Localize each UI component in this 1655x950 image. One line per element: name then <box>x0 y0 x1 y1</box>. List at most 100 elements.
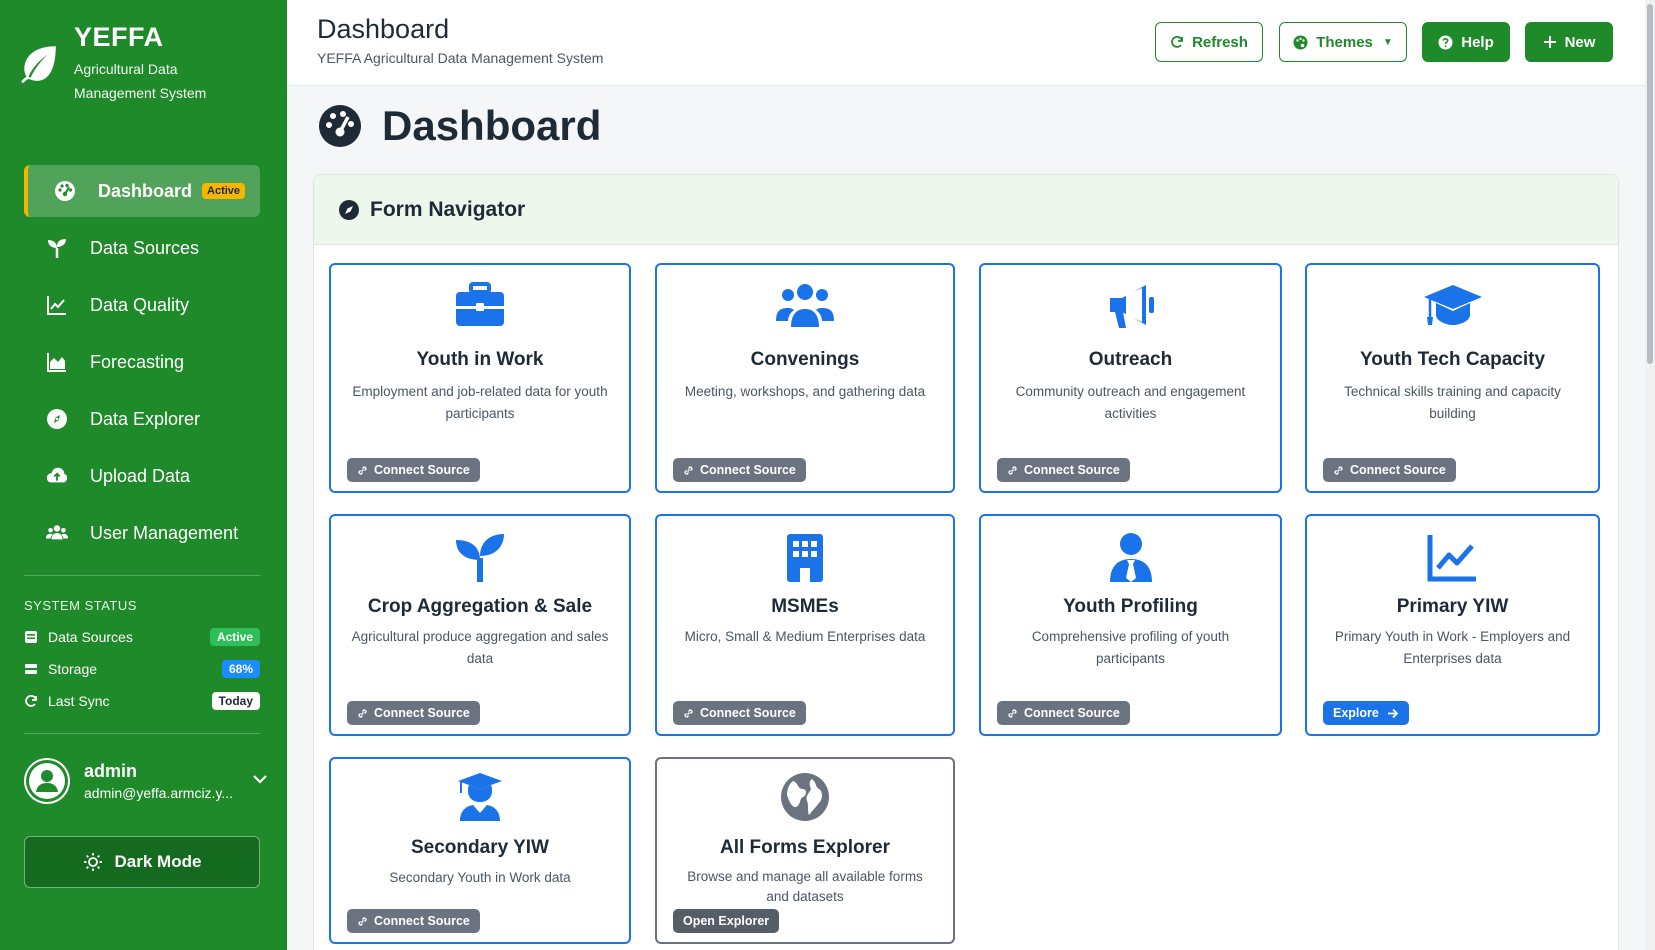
sidebar-item-label: Data Quality <box>90 294 190 315</box>
form-card-youth-tech-capacity[interactable]: Youth Tech Capacity Technical skills tra… <box>1305 263 1600 493</box>
form-card-youth-profiling[interactable]: Youth Profiling Comprehensive profiling … <box>979 514 1282 736</box>
card-title: All Forms Explorer <box>720 837 890 858</box>
status-badge: Active <box>209 628 260 646</box>
status-row-data-sources: Data Sources Active <box>24 628 260 646</box>
form-card-convenings[interactable]: Convenings Meeting, workshops, and gathe… <box>655 263 955 493</box>
connect-source-button[interactable]: Connect Source <box>1323 458 1456 482</box>
gauge-icon <box>54 180 76 202</box>
users-icon <box>46 522 68 544</box>
card-description: Technical skills training and capacity b… <box>1344 384 1561 421</box>
refresh-button[interactable]: Refresh <box>1155 22 1263 62</box>
users-icon <box>657 281 953 333</box>
sidebar-item-data-quality[interactable]: Data Quality <box>24 279 260 331</box>
sidebar-divider <box>24 575 260 576</box>
refresh-label: Refresh <box>1192 33 1248 51</box>
line-chart-icon <box>1307 532 1598 584</box>
gauge-icon <box>318 104 362 148</box>
briefcase-icon <box>331 281 629 333</box>
card-title: MSMEs <box>771 596 839 617</box>
cloud-upload-icon <box>46 465 68 487</box>
dark-mode-label: Dark Mode <box>114 852 202 871</box>
chevron-down-icon[interactable] <box>252 772 268 790</box>
database-icon <box>24 630 38 644</box>
sidebar-item-label: User Management <box>90 522 239 543</box>
graduation-cap-icon <box>1307 281 1598 333</box>
user-name: admin <box>84 761 138 781</box>
globe-icon <box>657 771 953 823</box>
status-label: Data Sources <box>48 629 133 645</box>
card-description: Secondary Youth in Work data <box>389 870 571 885</box>
sidebar-item-label: Data Explorer <box>90 408 201 429</box>
card-title: Youth Tech Capacity <box>1359 349 1546 370</box>
form-card-crop-aggregation[interactable]: Crop Aggregation & Sale Agricultural pro… <box>329 514 631 736</box>
sidebar-item-data-sources[interactable]: Data Sources <box>24 222 260 274</box>
card-title: Outreach <box>1088 349 1173 370</box>
link-icon <box>357 465 368 476</box>
new-label: New <box>1564 33 1596 51</box>
user-email: admin@yeffa.armciz.y... <box>84 785 234 801</box>
sidebar-item-user-management[interactable]: User Management <box>24 507 260 559</box>
scrollbar-thumb[interactable] <box>1647 4 1653 364</box>
link-icon <box>1333 465 1344 476</box>
card-description: Employment and job-related data for yout… <box>352 384 608 421</box>
active-badge: Active <box>202 183 246 199</box>
connect-source-button[interactable]: Connect Source <box>997 701 1130 725</box>
compass-icon <box>46 408 68 430</box>
link-icon <box>357 708 368 719</box>
explore-button[interactable]: Explore <box>1323 701 1409 725</box>
card-description: Micro, Small & Medium Enterprises data <box>684 629 926 644</box>
sidebar-divider <box>24 733 260 734</box>
palette-icon <box>1293 35 1308 50</box>
sidebar: YEFFA Agricultural Data Management Syste… <box>0 0 287 950</box>
themes-dropdown[interactable]: Themes ▼ <box>1279 22 1407 62</box>
card-description: Community outreach and engagement activi… <box>1015 384 1246 421</box>
card-description: Comprehensive profiling of youth partici… <box>1031 629 1230 666</box>
link-icon <box>1007 708 1018 719</box>
card-title: Primary YIW <box>1396 596 1509 617</box>
connect-source-button[interactable]: Connect Source <box>673 701 806 725</box>
help-icon <box>1438 35 1453 50</box>
sidebar-item-upload-data[interactable]: Upload Data <box>24 450 260 502</box>
sidebar-item-data-explorer[interactable]: Data Explorer <box>24 393 260 445</box>
link-icon <box>1007 465 1018 476</box>
sidebar-item-label: Dashboard <box>98 180 193 201</box>
card-title: Youth in Work <box>416 349 544 370</box>
header-title: Dashboard <box>317 14 450 44</box>
user-menu[interactable]: admin admin@yeffa.armciz.y... <box>24 758 274 804</box>
form-card-all-forms-explorer[interactable]: All Forms Explorer Browse and manage all… <box>655 757 955 944</box>
form-card-primary-yiw[interactable]: Primary YIW Primary Youth in Work - Empl… <box>1305 514 1600 736</box>
form-card-secondary-yiw[interactable]: Secondary YIW Secondary Youth in Work da… <box>329 757 631 944</box>
leaf-logo-icon <box>21 46 56 83</box>
status-label: Storage <box>48 661 98 677</box>
dark-mode-button[interactable]: Dark Mode <box>24 836 260 888</box>
page-heading: Dashboard <box>382 102 602 149</box>
card-description: Agricultural produce aggregation and sal… <box>351 629 609 666</box>
avatar <box>24 758 70 804</box>
link-icon <box>683 708 694 719</box>
brand: YEFFA Agricultural Data Management Syste… <box>18 22 224 105</box>
connect-source-button[interactable]: Connect Source <box>347 458 480 482</box>
page-scrollbar[interactable] <box>1645 0 1655 950</box>
sidebar-item-label: Upload Data <box>90 465 191 486</box>
building-icon <box>657 532 953 584</box>
new-button[interactable]: New <box>1525 22 1613 62</box>
sun-icon <box>83 852 103 872</box>
user-tie-icon <box>981 532 1280 584</box>
connect-source-button[interactable]: Connect Source <box>673 458 806 482</box>
sidebar-item-forecasting[interactable]: Forecasting <box>24 336 260 388</box>
help-button[interactable]: Help <box>1422 22 1510 62</box>
connect-source-button[interactable]: Connect Source <box>347 909 480 933</box>
sidebar-item-dashboard[interactable]: Dashboard Active <box>24 165 260 217</box>
form-navigator-header: Form Navigator <box>314 175 1618 245</box>
form-card-outreach[interactable]: Outreach Community outreach and engageme… <box>979 263 1282 493</box>
open-explorer-button[interactable]: Open Explorer <box>673 909 780 933</box>
card-description: Browse and manage all available forms an… <box>687 869 923 904</box>
form-card-youth-in-work[interactable]: Youth in Work Employment and job-related… <box>329 263 631 493</box>
connect-source-button[interactable]: Connect Source <box>347 701 480 725</box>
seedling-icon <box>46 237 68 259</box>
graduate-icon <box>331 771 629 823</box>
status-badge: Today <box>211 692 260 710</box>
arrow-right-icon <box>1387 708 1399 719</box>
connect-source-button[interactable]: Connect Source <box>997 458 1130 482</box>
form-card-msmes[interactable]: MSMEs Micro, Small & Medium Enterprises … <box>655 514 955 736</box>
